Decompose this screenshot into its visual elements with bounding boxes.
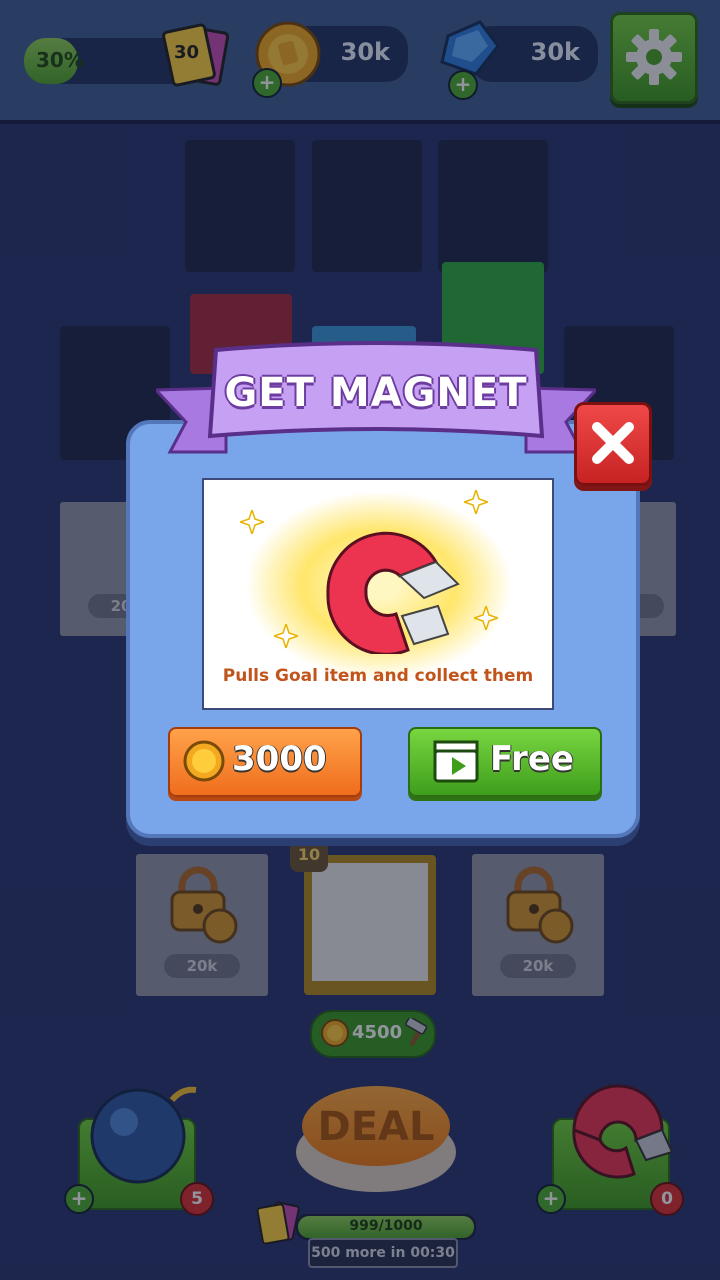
magnet-icon xyxy=(326,531,460,654)
video-clapper-icon xyxy=(433,740,479,783)
close-icon xyxy=(592,422,634,464)
watch-ad-free-button[interactable]: Free xyxy=(408,727,602,797)
sparkle-icon xyxy=(464,490,488,514)
magnet-description: Pulls Goal item and collect them xyxy=(222,666,534,686)
free-label: Free xyxy=(490,739,574,779)
magnet-preview-panel: Pulls Goal item and collect them xyxy=(202,478,554,710)
buy-with-coins-button[interactable]: 3000 xyxy=(168,727,362,797)
sparkle-icon xyxy=(240,510,264,534)
close-button[interactable] xyxy=(574,402,652,486)
title-ribbon: GET MAGNET xyxy=(156,340,596,460)
sparkle-icon xyxy=(274,624,298,648)
coin-price: 3000 xyxy=(232,739,327,779)
dialog-title: GET MAGNET xyxy=(224,370,528,416)
sparkle-icon xyxy=(474,606,498,630)
coin-icon xyxy=(183,740,225,782)
